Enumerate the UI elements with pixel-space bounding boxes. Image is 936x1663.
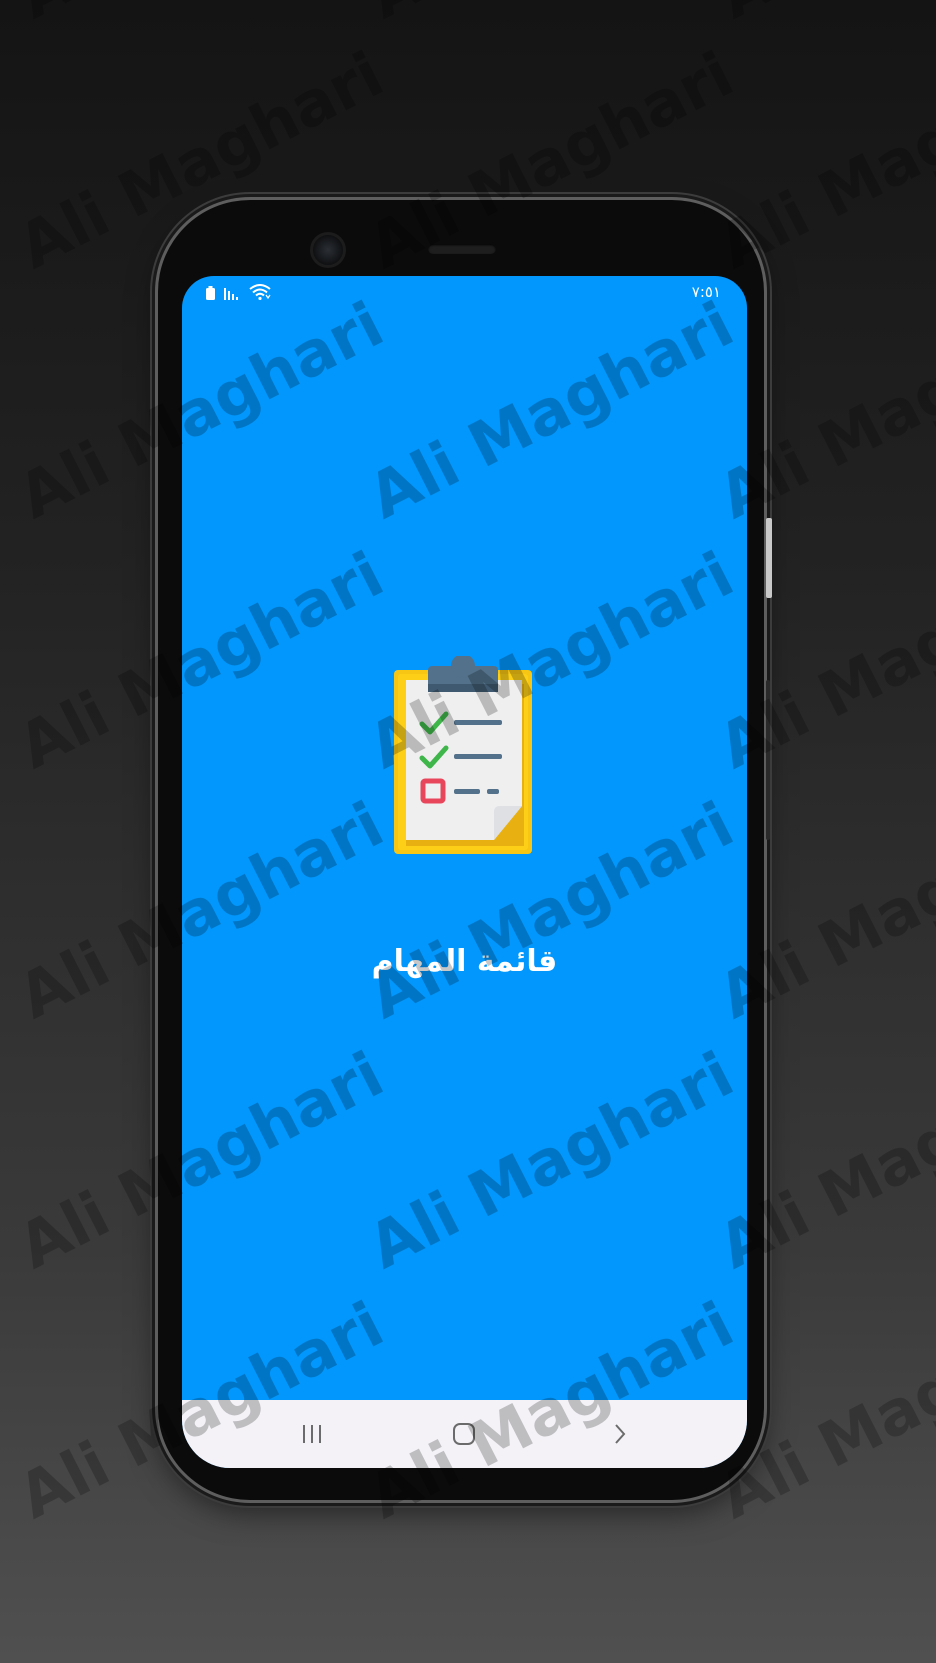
app-screen: ٧:٥١ قائمة المهام: [182, 276, 747, 1468]
status-bar: ٧:٥١: [182, 276, 747, 312]
front-camera-icon: [310, 232, 346, 268]
earpiece-speaker: [428, 244, 496, 254]
battery-icon: [206, 285, 215, 304]
status-time: ٧:٥١: [691, 283, 721, 301]
recent-apps-icon[interactable]: [292, 1418, 332, 1450]
home-icon[interactable]: [444, 1418, 484, 1450]
watermark-text: Ali Maghari: [7, 0, 395, 33]
wifi-icon: [249, 284, 271, 304]
back-icon[interactable]: [600, 1418, 640, 1450]
volume-button: [766, 680, 770, 840]
power-button: [766, 518, 772, 598]
signal-icon: [223, 285, 241, 304]
status-icons: [206, 284, 271, 304]
app-title: قائمة المهام: [371, 944, 558, 979]
watermark-text: Ali Maghari: [707, 0, 936, 33]
clipboard-checklist-icon: [394, 654, 532, 854]
watermark-text: Ali Maghari: [357, 0, 745, 33]
navigation-bar: [182, 1400, 747, 1468]
